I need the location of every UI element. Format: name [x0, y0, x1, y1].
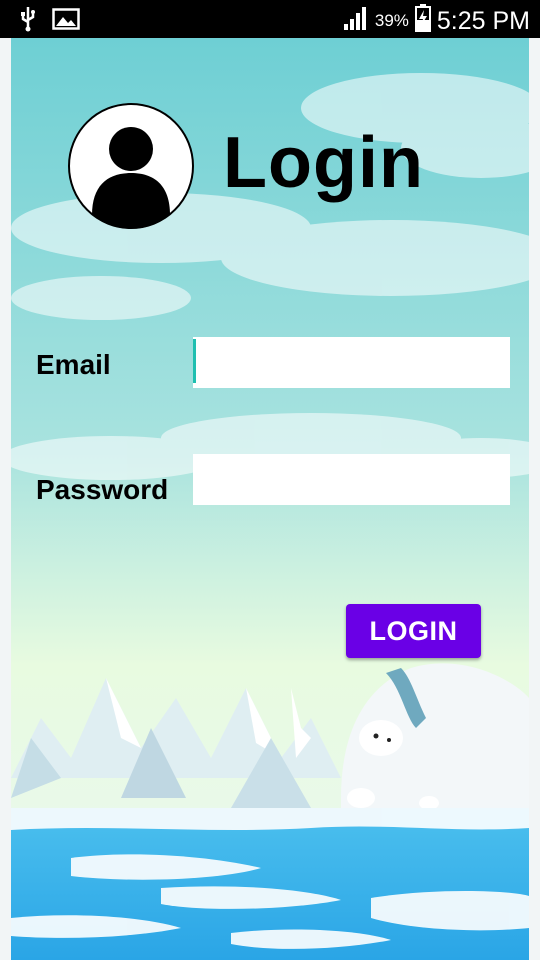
password-label: Password	[36, 474, 169, 505]
page-title: Login	[223, 123, 424, 203]
usb-icon	[18, 6, 38, 37]
status-bar: 39% 5:25 PM	[0, 0, 540, 38]
login-screen: Login Email Password LOGIN	[11, 38, 529, 960]
email-label: Email	[36, 349, 111, 380]
password-field[interactable]	[193, 454, 510, 505]
login-button[interactable]: LOGIN	[346, 604, 481, 658]
clock: 5:25 PM	[436, 6, 530, 35]
user-avatar-icon	[68, 103, 194, 229]
image-icon	[52, 8, 80, 35]
battery-charging-icon	[414, 4, 431, 37]
signal-icon	[343, 5, 369, 36]
email-field[interactable]	[193, 337, 510, 388]
login-button-label: LOGIN	[369, 615, 458, 646]
text-cursor	[193, 339, 196, 383]
battery-percent: 39%	[374, 10, 409, 30]
